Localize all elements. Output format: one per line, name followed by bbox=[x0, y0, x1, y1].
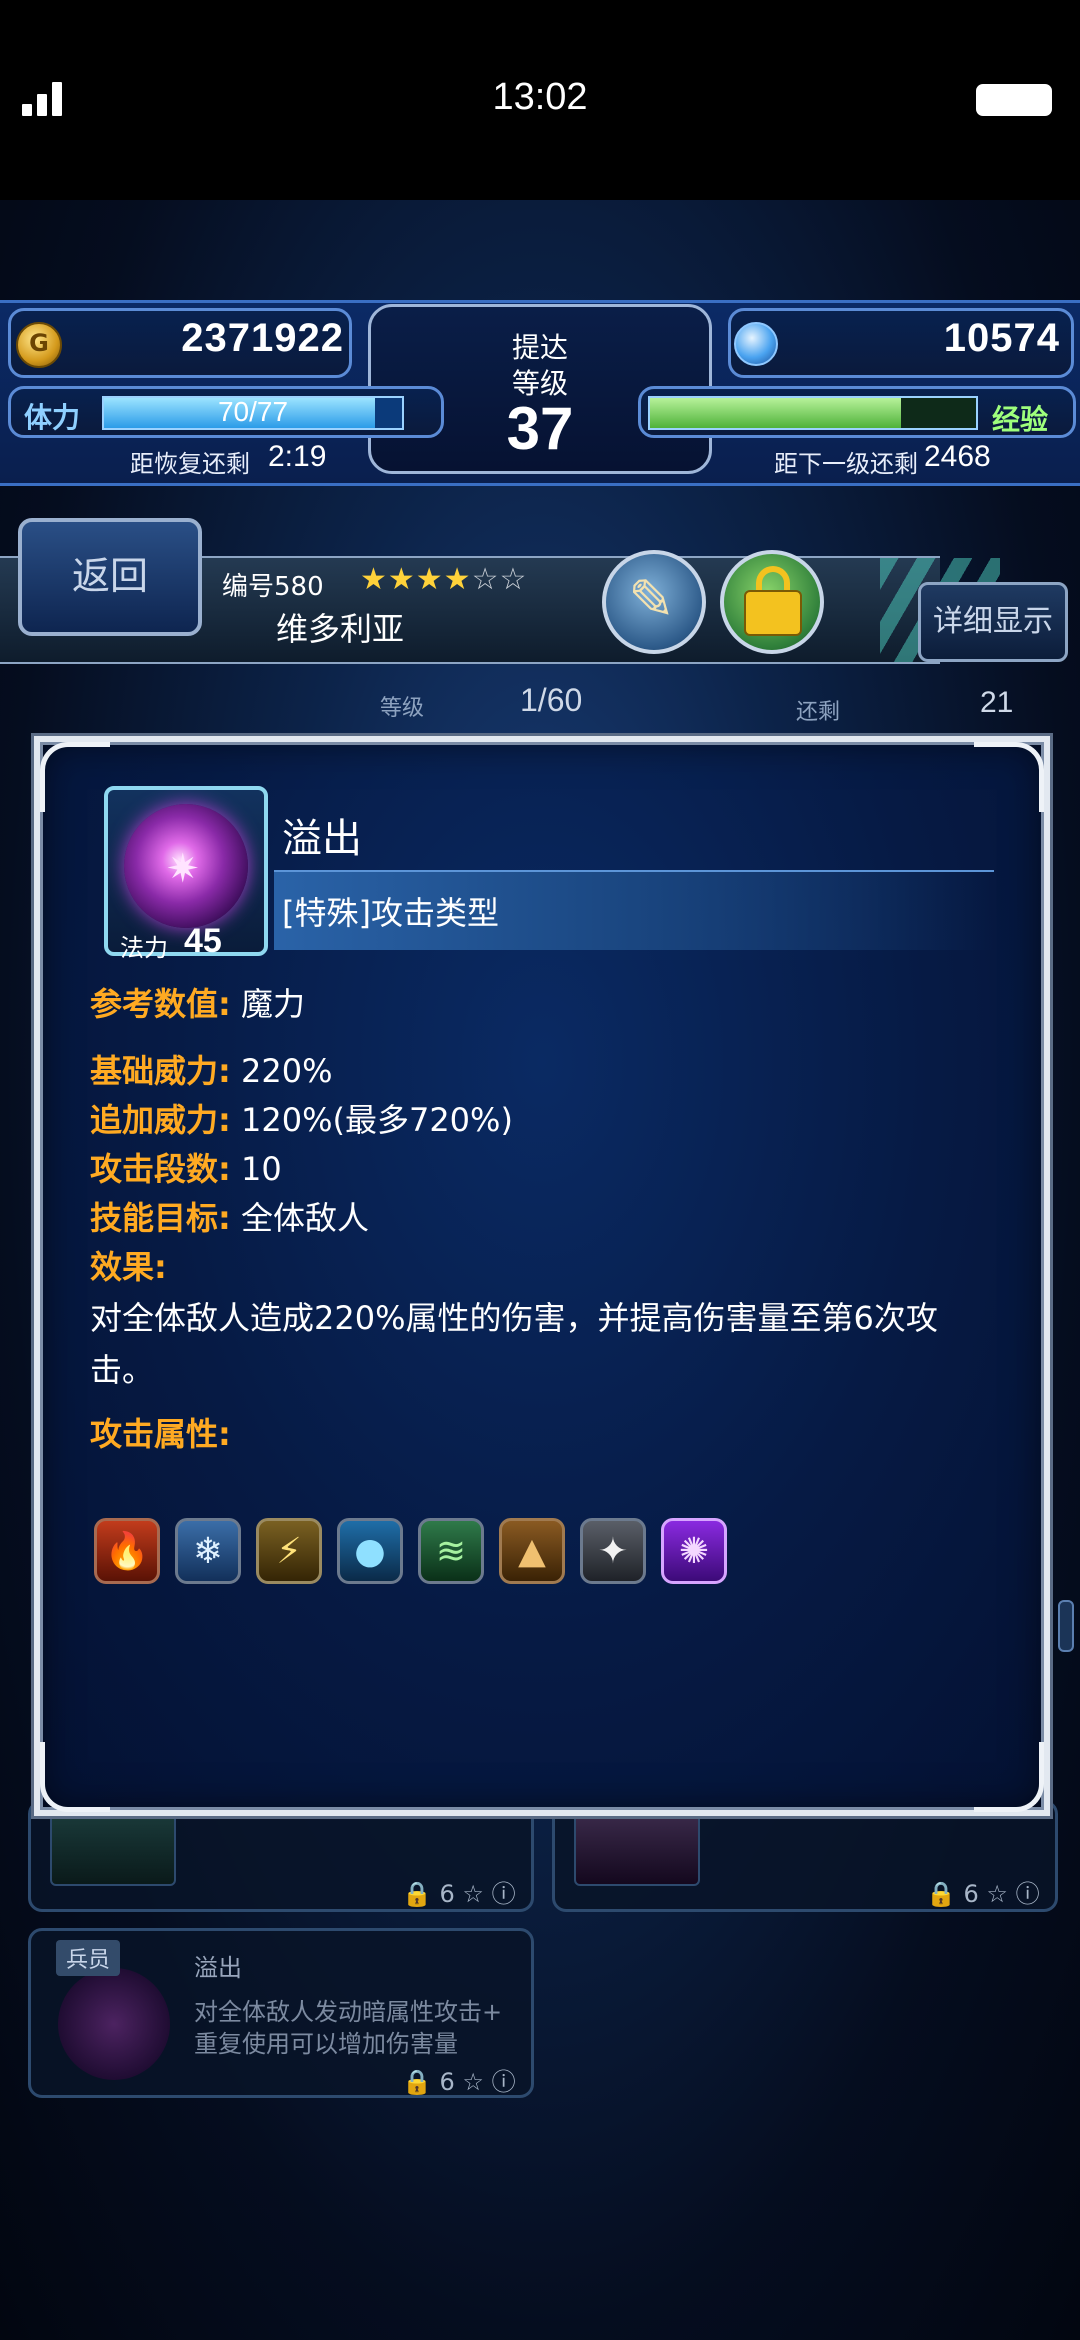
attr-label: 攻击属性 bbox=[90, 1415, 219, 1453]
target-value: 全体敌人 bbox=[240, 1199, 369, 1237]
card-lock-stat: 🔒 6 ☆ ⓘ bbox=[402, 1880, 516, 1908]
water-element-icon: ● bbox=[337, 1518, 403, 1584]
spark-icon: ✷ bbox=[166, 846, 200, 892]
stat-row: 参考数值: 魔力 bbox=[90, 980, 1010, 1029]
ice-element-icon: ❄ bbox=[175, 1518, 241, 1584]
skill-type: [特殊]攻击类型 bbox=[282, 894, 499, 932]
colon: : bbox=[154, 1248, 167, 1286]
empty-stars: ☆☆ bbox=[471, 562, 528, 597]
ref-value: 魔力 bbox=[240, 985, 305, 1023]
ability-orb-icon bbox=[58, 1968, 170, 2080]
bg-level-label: 等级 bbox=[380, 696, 425, 721]
ability-desc-line1: 对全体敌人发动暗属性攻击+ bbox=[194, 1998, 503, 2026]
rarity-stars: ★★★★☆☆ bbox=[360, 562, 527, 597]
ability-title: 溢出 bbox=[194, 1954, 242, 1982]
scrollbar-handle[interactable] bbox=[1058, 1600, 1074, 1652]
lapis-value: 10574 bbox=[943, 316, 1060, 360]
battery-icon bbox=[976, 84, 1052, 116]
stamina-value: 70/77 bbox=[217, 396, 289, 427]
stat-row: 追加威力: 120%(最多720%) bbox=[90, 1096, 1010, 1145]
colon: : bbox=[218, 1415, 231, 1453]
stat-row: 技能目标: 全体敌人 bbox=[90, 1194, 1010, 1243]
player-name: 提达 bbox=[511, 331, 568, 364]
colon: : bbox=[218, 1101, 231, 1139]
unit-name: 维多利亚 bbox=[276, 610, 405, 648]
effect-label: 效果 bbox=[90, 1248, 155, 1286]
colon: : bbox=[218, 1150, 231, 1188]
effect-text: 对全体敌人造成220%属性的伤害，并提高伤害量至第6次攻击。 bbox=[90, 1299, 938, 1389]
ornament-corner bbox=[40, 742, 110, 812]
dark-element-icon: ✺ bbox=[661, 1518, 727, 1584]
bg-level-value: 1/60 bbox=[520, 682, 583, 718]
stat-row: 效果: bbox=[90, 1243, 1010, 1292]
exp-bar-fill bbox=[650, 398, 901, 428]
gil-value: 2371922 bbox=[181, 316, 344, 360]
bg-remaining-label: 还剩 bbox=[796, 700, 841, 725]
wind-element-icon: ≋ bbox=[418, 1518, 484, 1584]
stamina-label: 体力 bbox=[24, 401, 81, 434]
exp-label: 经验 bbox=[992, 403, 1049, 436]
mp-label: 法力 bbox=[120, 934, 168, 962]
hits-value: 10 bbox=[240, 1150, 282, 1188]
ornament-corner bbox=[974, 1742, 1044, 1812]
exp-remaining-value: 2468 bbox=[924, 440, 991, 473]
ability-thumb bbox=[574, 1812, 700, 1886]
added-power-value: 120%(最多720%) bbox=[240, 1101, 513, 1139]
colon: : bbox=[218, 1052, 231, 1090]
stamina-recover-time: 2:19 bbox=[268, 440, 327, 473]
ability-desc-line2: 重复使用可以增加伤害量 bbox=[194, 2030, 458, 2058]
detail-button[interactable]: 详细显示 bbox=[918, 582, 1068, 662]
stamina-recover-label: 距恢复还剩 bbox=[130, 450, 250, 478]
added-power-label: 追加威力 bbox=[90, 1101, 219, 1139]
colon: : bbox=[218, 985, 231, 1023]
stat-row: 攻击段数: 10 bbox=[90, 1145, 1010, 1194]
ability-thumb bbox=[50, 1812, 176, 1886]
lock-icon bbox=[744, 590, 802, 636]
stat-row: 基础威力: 220% bbox=[90, 1047, 1010, 1096]
ref-label: 参考数值 bbox=[90, 985, 219, 1023]
gil-coin-icon bbox=[16, 322, 62, 368]
lapis-gem-icon bbox=[734, 322, 778, 366]
mp-value: 45 bbox=[184, 922, 222, 960]
card-lock-value: 6 bbox=[963, 1880, 979, 1908]
card-lock-stat: 🔒 6 ☆ ⓘ bbox=[926, 1880, 1040, 1908]
skill-stats: 参考数值: 魔力 基础威力: 220% 追加威力: 120%(最多720%) 攻… bbox=[90, 980, 1010, 1459]
card-lock-stat: 🔒 6 ☆ ⓘ bbox=[402, 2068, 516, 2096]
back-button[interactable]: 返回 bbox=[18, 518, 202, 636]
status-time: 13:02 bbox=[492, 76, 588, 118]
colon: : bbox=[218, 1199, 231, 1237]
unit-number: 编号580 bbox=[222, 572, 324, 602]
ability-tag: 兵员 bbox=[56, 1940, 121, 1976]
quill-book-icon[interactable] bbox=[602, 550, 706, 654]
skill-name: 溢出 bbox=[282, 816, 362, 862]
base-power-label: 基础威力 bbox=[90, 1052, 219, 1090]
fire-element-icon: 🔥 bbox=[94, 1518, 160, 1584]
hits-label: 攻击段数 bbox=[90, 1150, 219, 1188]
base-power-value: 220% bbox=[240, 1052, 333, 1090]
filled-stars: ★★★★ bbox=[360, 562, 472, 597]
ornament-corner bbox=[40, 1742, 110, 1812]
card-lock-value: 6 bbox=[439, 1880, 455, 1908]
exp-remaining-label: 距下一级还剩 bbox=[774, 450, 918, 478]
bg-remaining-value: 21 bbox=[980, 686, 1014, 719]
ornament-corner bbox=[974, 742, 1044, 812]
lightning-element-icon: ⚡ bbox=[256, 1518, 322, 1584]
holy-element-icon: ✦ bbox=[580, 1518, 646, 1584]
earth-element-icon: ▲ bbox=[499, 1518, 565, 1584]
stat-row: 攻击属性: bbox=[90, 1410, 1010, 1459]
card-lock-value: 6 bbox=[439, 2068, 455, 2096]
target-label: 技能目标 bbox=[90, 1199, 219, 1237]
